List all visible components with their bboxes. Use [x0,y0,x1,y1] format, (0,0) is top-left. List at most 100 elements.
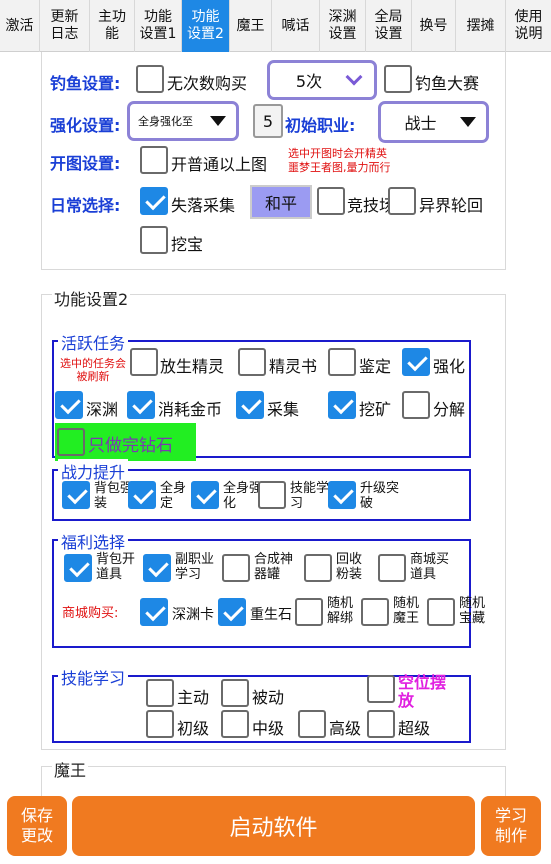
tab-label: 深渊 设置 [328,9,357,42]
demon-section-title: 魔王 [52,757,89,781]
welfare-title: 福利选择 [58,529,129,553]
mid-skill-checkbox[interactable] [221,710,249,738]
start-button-label: 启动软件 [229,816,318,841]
high-skill-label: 高级 [329,719,362,738]
tab-abyss[interactable]: 深渊 设置 [320,0,366,52]
tab-settings2[interactable]: 功能 设置2 [182,0,230,52]
body-fix-checkbox[interactable] [128,481,156,509]
level-break-checkbox[interactable] [328,481,356,509]
triangle-down-icon [460,117,476,127]
random-demon-checkbox[interactable] [361,598,389,626]
empty-slot-checkbox[interactable] [367,675,395,703]
tab-label: 全局 设置 [374,9,403,42]
body-enhance-checkbox[interactable] [191,481,219,509]
fishing-label: 钓鱼设置: [50,74,121,93]
tab-shout[interactable]: 喊话 [272,0,320,52]
super-skill-checkbox[interactable] [367,710,395,738]
collect-task-checkbox[interactable] [236,391,264,419]
tab-label: 魔王 [236,17,265,34]
save-button-label: 保存 更改 [20,806,53,845]
spirit-book-checkbox[interactable] [238,348,266,376]
map-label: 开图设置: [50,154,121,173]
mining-label: 挖矿 [359,400,392,419]
spend-gold-label: 消耗金币 [158,400,223,419]
enhance-level-input[interactable]: 5 [253,104,283,138]
mid-skill-label: 中级 [252,719,285,738]
chevron-down-icon [345,68,363,86]
fishing-contest-checkbox[interactable] [384,65,412,93]
dig-label: 挖宝 [171,235,204,254]
recycle-pink-checkbox[interactable] [304,554,332,582]
bag-open-checkbox[interactable] [64,554,92,582]
lost-collect-checkbox[interactable] [140,187,168,215]
skill-learn-power-checkbox[interactable] [258,481,286,509]
tab-changelog[interactable]: 更新 日志 [40,0,90,52]
decompose-label: 分解 [433,400,466,419]
shop-buy-items-label: 商城买 道具 [410,552,450,582]
tab-help[interactable]: 使用 说明 [506,0,551,52]
rebirth-stone-label: 重生石 [250,607,292,623]
tab-stall[interactable]: 摆摊 [456,0,506,52]
super-skill-label: 超级 [398,719,431,738]
enhance-task-checkbox[interactable] [402,348,430,376]
no-buy-limit-checkbox[interactable] [136,65,164,93]
dig-checkbox[interactable] [140,226,168,254]
basic-skill-label: 初级 [177,719,210,738]
enhance-dropdown[interactable]: 全身强化至 [127,101,239,141]
release-spirit-checkbox[interactable] [130,348,158,376]
tab-settings1[interactable]: 功能 设置1 [135,0,182,52]
map-option-checkbox[interactable] [140,146,168,174]
abyss-task-checkbox[interactable] [55,391,83,419]
synth-jar-checkbox[interactable] [222,554,250,582]
active-skill-label: 主动 [177,688,210,707]
tab-main[interactable]: 主功 能 [90,0,135,52]
diamond-only-checkbox[interactable] [57,428,85,456]
high-skill-checkbox[interactable] [298,710,326,738]
tab-label: 摆摊 [466,17,495,34]
map-note: 选中开图时会开精英 噩梦王者图,量力而行 [288,147,391,174]
passive-skill-checkbox[interactable] [221,679,249,707]
spirit-book-label: 精灵书 [269,357,318,376]
otherworld-checkbox[interactable] [388,187,416,215]
fishing-count-dropdown[interactable]: 5次 [267,60,377,100]
tab-activate[interactable]: 激活 [0,0,40,52]
random-demon-label: 随机 魔王 [393,596,420,626]
mining-checkbox[interactable] [328,391,356,419]
learn-button[interactable]: 学习 制作 [481,796,541,856]
bag-equip-checkbox[interactable] [62,481,90,509]
random-unbind-checkbox[interactable] [295,598,323,626]
identify-checkbox[interactable] [328,348,356,376]
no-buy-limit-label: 无次数购买 [167,74,248,93]
rebirth-stone-checkbox[interactable] [218,598,246,626]
fishing-count-value: 5次 [295,72,323,91]
peace-button[interactable]: 和平 [250,185,312,219]
shop-label: 商城购买: [62,606,119,621]
tab-demon-king[interactable]: 魔王 [230,0,272,52]
spend-gold-checkbox[interactable] [127,391,155,419]
abyss-card-checkbox[interactable] [140,598,168,626]
basic-skill-checkbox[interactable] [146,710,174,738]
decompose-checkbox[interactable] [402,391,430,419]
arena-checkbox[interactable] [317,187,345,215]
init-job-dropdown[interactable]: 战士 [378,101,489,143]
tab-switch-account[interactable]: 换号 [412,0,456,52]
shop-buy-items-checkbox[interactable] [378,554,406,582]
active-skill-checkbox[interactable] [146,679,174,707]
tab-global[interactable]: 全局 设置 [366,0,412,52]
synth-jar-label: 合成神 器罐 [254,552,294,582]
random-treasure-label: 随机 宝藏 [459,596,486,626]
tab-label: 主功 能 [98,9,126,42]
tab-label: 换号 [419,17,448,34]
recycle-pink-label: 回收 粉装 [336,552,363,582]
power-title: 战力提升 [58,459,129,483]
abyss-task-label: 深渊 [86,400,119,419]
skill-learn-power-label: 技能学 习 [290,481,330,511]
start-button[interactable]: 启动软件 [72,796,475,856]
random-treasure-checkbox[interactable] [427,598,455,626]
otherworld-label: 异界轮回 [419,196,484,215]
init-job-value: 战士 [404,114,437,133]
collect-task-label: 采集 [267,400,300,419]
sub-job-checkbox[interactable] [143,554,171,582]
passive-skill-label: 被动 [252,688,285,707]
save-button[interactable]: 保存 更改 [7,796,67,856]
